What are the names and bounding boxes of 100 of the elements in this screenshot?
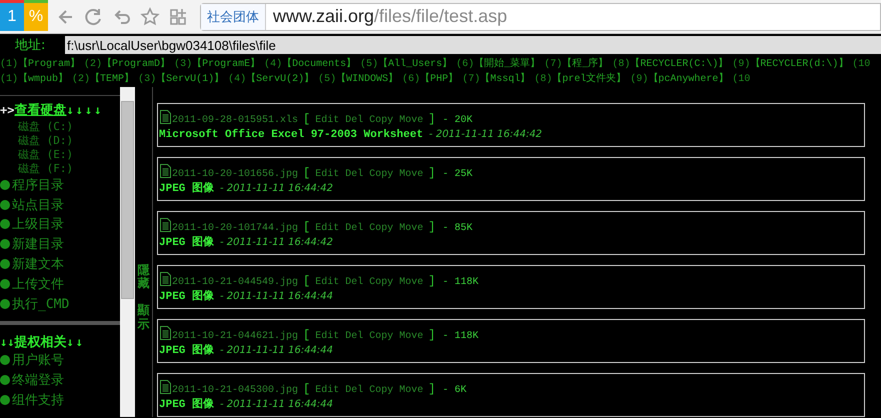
bullet-icon xyxy=(0,259,10,270)
shortcut-link[interactable]: 【RECYCLER(d:\)】 xyxy=(750,59,848,70)
action-link[interactable]: Edit xyxy=(315,115,340,126)
action-link[interactable]: Move xyxy=(399,277,424,288)
shortcut-link[interactable]: 【WINDOWS】 xyxy=(336,74,398,85)
action-link[interactable]: Copy xyxy=(369,277,394,288)
drive-link[interactable]: 磁盘 (D:) xyxy=(18,132,74,148)
bracket: [ xyxy=(303,274,310,288)
file-type: JPEG 图像 xyxy=(159,237,214,249)
shortcut-number: (2) xyxy=(72,74,90,85)
star-icon[interactable] xyxy=(140,6,160,26)
shortcut-link[interactable]: 【PHP】 xyxy=(420,74,458,85)
bracket: [ xyxy=(303,220,310,234)
drive-link[interactable]: 磁盘 (F:) xyxy=(18,160,74,176)
bullet-icon xyxy=(0,278,10,289)
drive-link[interactable]: 磁盘 (E:) xyxy=(18,146,74,162)
shortcut-number: (8) xyxy=(612,59,630,70)
file-name-link[interactable]: 2011-10-20-101656.jpg xyxy=(172,169,298,180)
bracket: ] xyxy=(428,382,436,396)
file-icon xyxy=(159,271,172,287)
action-link[interactable]: Move xyxy=(399,115,424,126)
bracket: ] xyxy=(428,328,436,342)
bullet-icon xyxy=(0,239,10,250)
action-link[interactable]: Edit xyxy=(315,331,340,342)
sidebar-link[interactable]: 用户账号 xyxy=(12,351,64,370)
shortcut-link[interactable]: 【ProgramD】 xyxy=(102,59,170,70)
shortcut-link[interactable]: 【prel文件夹】 xyxy=(552,74,626,85)
shortcut-number: (7) xyxy=(462,74,480,85)
hide-link[interactable]: 隱藏 xyxy=(138,265,150,292)
action-link[interactable]: Move xyxy=(399,169,424,180)
action-link[interactable]: Edit xyxy=(315,169,340,180)
shortcut-link[interactable]: 【TEMP】 xyxy=(90,74,134,85)
file-name-link[interactable]: 2011-09-28-015951.xls xyxy=(172,115,298,126)
shortcut-link[interactable]: 【pcAnywhere】 xyxy=(648,74,728,85)
section-heading-link[interactable]: 提权相关 xyxy=(14,334,66,350)
shortcut-link[interactable]: 【Program】 xyxy=(18,59,80,70)
show-link[interactable]: 顯示 xyxy=(138,305,150,332)
file-name-link[interactable]: 2011-10-21-044549.jpg xyxy=(172,277,298,288)
action-link[interactable]: Edit xyxy=(315,223,340,234)
file-icon xyxy=(159,163,172,179)
action-link[interactable]: Copy xyxy=(369,331,394,342)
arrow-marks: ↓↓ xyxy=(66,334,85,349)
sidebar-link[interactable]: 组件支持 xyxy=(12,391,64,410)
shortcut-number: (4) xyxy=(228,74,246,85)
action-link[interactable]: Copy xyxy=(369,169,394,180)
bracket: ] xyxy=(428,274,436,288)
action-link[interactable]: Copy xyxy=(369,115,394,126)
shortcut-link[interactable]: 【All_Users】 xyxy=(378,59,452,70)
shortcut-link[interactable]: 【RECYCLER(C:\)】 xyxy=(630,59,728,70)
action-link[interactable]: Copy xyxy=(369,223,394,234)
file-name-link[interactable]: 2011-10-21-044621.jpg xyxy=(172,331,298,342)
shortcut-link[interactable]: 【ProgramE】 xyxy=(192,59,260,70)
action-link[interactable]: Copy xyxy=(369,385,394,396)
refresh-icon[interactable] xyxy=(84,6,104,26)
bullet-icon xyxy=(0,395,10,406)
sidebar-link[interactable]: 终端登录 xyxy=(12,371,64,390)
bracket: ] xyxy=(428,220,436,234)
file-name-link[interactable]: 2011-10-21-045300.jpg xyxy=(172,385,298,396)
scrollbar[interactable] xyxy=(120,87,135,417)
shortcut-link[interactable]: 【程_序】 xyxy=(562,59,608,70)
shortcut-link[interactable]: 【Documents】 xyxy=(282,59,356,70)
drive-link[interactable]: 磁盘 (C:) xyxy=(18,118,74,134)
sidebar-link[interactable]: 新建文本 xyxy=(12,255,64,274)
file-type: JPEG 图像 xyxy=(159,399,214,411)
shortcut-number: (3) xyxy=(138,74,156,85)
sidebar-link[interactable]: 站点目录 xyxy=(12,196,64,214)
action-link[interactable]: Del xyxy=(345,115,364,126)
file-date: - 2011-11-11 16:44:44 xyxy=(220,345,334,356)
arrow-marks: ↓↓↓↓ xyxy=(66,103,104,117)
address-field[interactable]: f:\usr\LocalUser\bgw034108\files\file xyxy=(65,36,881,54)
bracket: [ xyxy=(303,328,310,342)
action-link[interactable]: Del xyxy=(345,223,364,234)
shortcut-link[interactable]: 【ServU(1)】 xyxy=(156,74,224,85)
sidebar-link[interactable]: 上级目录 xyxy=(12,215,64,234)
action-link[interactable]: Del xyxy=(345,169,364,180)
action-link[interactable]: Move xyxy=(399,385,424,396)
file-name-link[interactable]: 2011-10-20-101744.jpg xyxy=(172,223,298,234)
shortcut-link[interactable]: 【ServU(2)】 xyxy=(246,74,314,85)
action-link[interactable]: Del xyxy=(345,331,364,342)
logo-tile[interactable]: 1 xyxy=(0,0,24,31)
sidebar-link[interactable]: 上传文件 xyxy=(12,274,64,293)
sidebar-link[interactable]: 新建目录 xyxy=(12,235,64,254)
action-link[interactable]: Edit xyxy=(315,385,340,396)
shortcut-link[interactable]: 【wmpub】 xyxy=(18,74,68,85)
shortcut-link[interactable]: 【Mssql】 xyxy=(480,74,530,85)
action-link[interactable]: Del xyxy=(345,385,364,396)
action-link[interactable]: Del xyxy=(345,277,364,288)
bullet-icon xyxy=(0,200,10,210)
file-size: - 25K xyxy=(442,169,473,180)
url-field[interactable]: 社会团体 www.zaii.org/files/file/test.asp xyxy=(200,2,881,30)
sidebar-link[interactable]: 执行_CMD xyxy=(12,294,70,313)
bracket: ] xyxy=(428,166,436,180)
action-link[interactable]: Move xyxy=(399,331,424,342)
grid-icon[interactable] xyxy=(168,6,188,26)
shortcut-link[interactable]: 【開始_菜單】 xyxy=(474,59,540,70)
section-heading-link[interactable]: 查看硬盘 xyxy=(14,103,66,118)
shortcut-number: (9) xyxy=(630,74,648,85)
action-link[interactable]: Move xyxy=(399,223,424,234)
action-link[interactable]: Edit xyxy=(315,277,340,288)
sidebar-link[interactable]: 程序目录 xyxy=(12,176,64,194)
